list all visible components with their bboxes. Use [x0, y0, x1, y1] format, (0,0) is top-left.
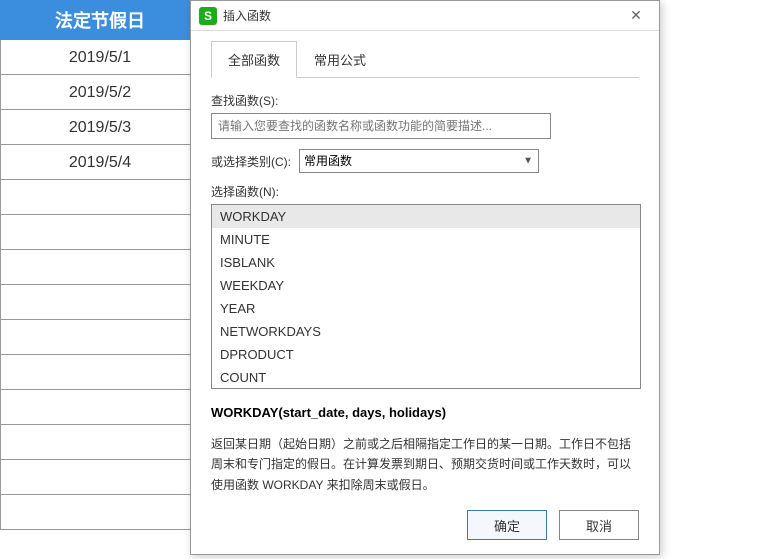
table-row[interactable] [0, 390, 200, 425]
tab-common-formulas[interactable]: 常用公式 [297, 41, 383, 78]
dialog-titlebar: S 插入函数 ✕ [191, 1, 659, 31]
function-item-dproduct[interactable]: DPRODUCT [212, 343, 640, 366]
dialog-title: 插入函数 [223, 7, 621, 24]
function-item-weekday[interactable]: WEEKDAY [212, 274, 640, 297]
wps-app-icon: S [199, 7, 217, 25]
function-item-minute[interactable]: MINUTE [212, 228, 640, 251]
category-select[interactable]: 常用函数 [299, 149, 539, 173]
cancel-button[interactable]: 取消 [559, 510, 639, 540]
table-row[interactable] [0, 215, 200, 250]
table-row[interactable]: 2019/5/2 [0, 75, 200, 110]
tab-all-functions[interactable]: 全部函数 [211, 41, 297, 78]
search-function-input[interactable] [211, 113, 551, 139]
table-row[interactable] [0, 355, 200, 390]
table-row[interactable] [0, 250, 200, 285]
search-label: 查找函数(S): [211, 92, 639, 109]
button-bar: 确定 取消 [467, 510, 639, 540]
table-row[interactable] [0, 425, 200, 460]
table-row[interactable] [0, 180, 200, 215]
function-description: 返回某日期（起始日期）之前或之后相隔指定工作日的某一日期。工作日不包括周末和专门… [211, 434, 631, 495]
ok-button[interactable]: 确定 [467, 510, 547, 540]
function-signature: WORKDAY(start_date, days, holidays) [211, 405, 639, 420]
table-row[interactable]: 2019/5/3 [0, 110, 200, 145]
table-row[interactable] [0, 495, 200, 530]
insert-function-dialog: S 插入函数 ✕ 全部函数 常用公式 查找函数(S): 或选择类别(C): 常用… [190, 0, 660, 555]
table-row[interactable] [0, 460, 200, 495]
select-function-label: 选择函数(N): [211, 183, 639, 200]
function-list[interactable]: WORKDAY MINUTE ISBLANK WEEKDAY YEAR NETW… [211, 204, 641, 389]
table-row[interactable]: 2019/5/4 [0, 145, 200, 180]
tab-bar: 全部函数 常用公式 [211, 41, 639, 78]
close-icon: ✕ [630, 7, 642, 24]
function-item-networkdays[interactable]: NETWORKDAYS [212, 320, 640, 343]
category-label: 或选择类别(C): [211, 153, 291, 170]
function-item-count[interactable]: COUNT [212, 366, 640, 389]
spreadsheet-column: 法定节假日 2019/5/1 2019/5/2 2019/5/3 2019/5/… [0, 0, 200, 530]
close-button[interactable]: ✕ [621, 5, 651, 27]
table-row[interactable] [0, 320, 200, 355]
function-item-workday[interactable]: WORKDAY [212, 205, 640, 228]
column-header-holiday: 法定节假日 [0, 0, 200, 40]
function-item-isblank[interactable]: ISBLANK [212, 251, 640, 274]
table-row[interactable]: 2019/5/1 [0, 40, 200, 75]
table-row[interactable] [0, 285, 200, 320]
dialog-body: 全部函数 常用公式 查找函数(S): 或选择类别(C): 常用函数 ▼ 选择函数… [191, 31, 659, 505]
function-item-year[interactable]: YEAR [212, 297, 640, 320]
